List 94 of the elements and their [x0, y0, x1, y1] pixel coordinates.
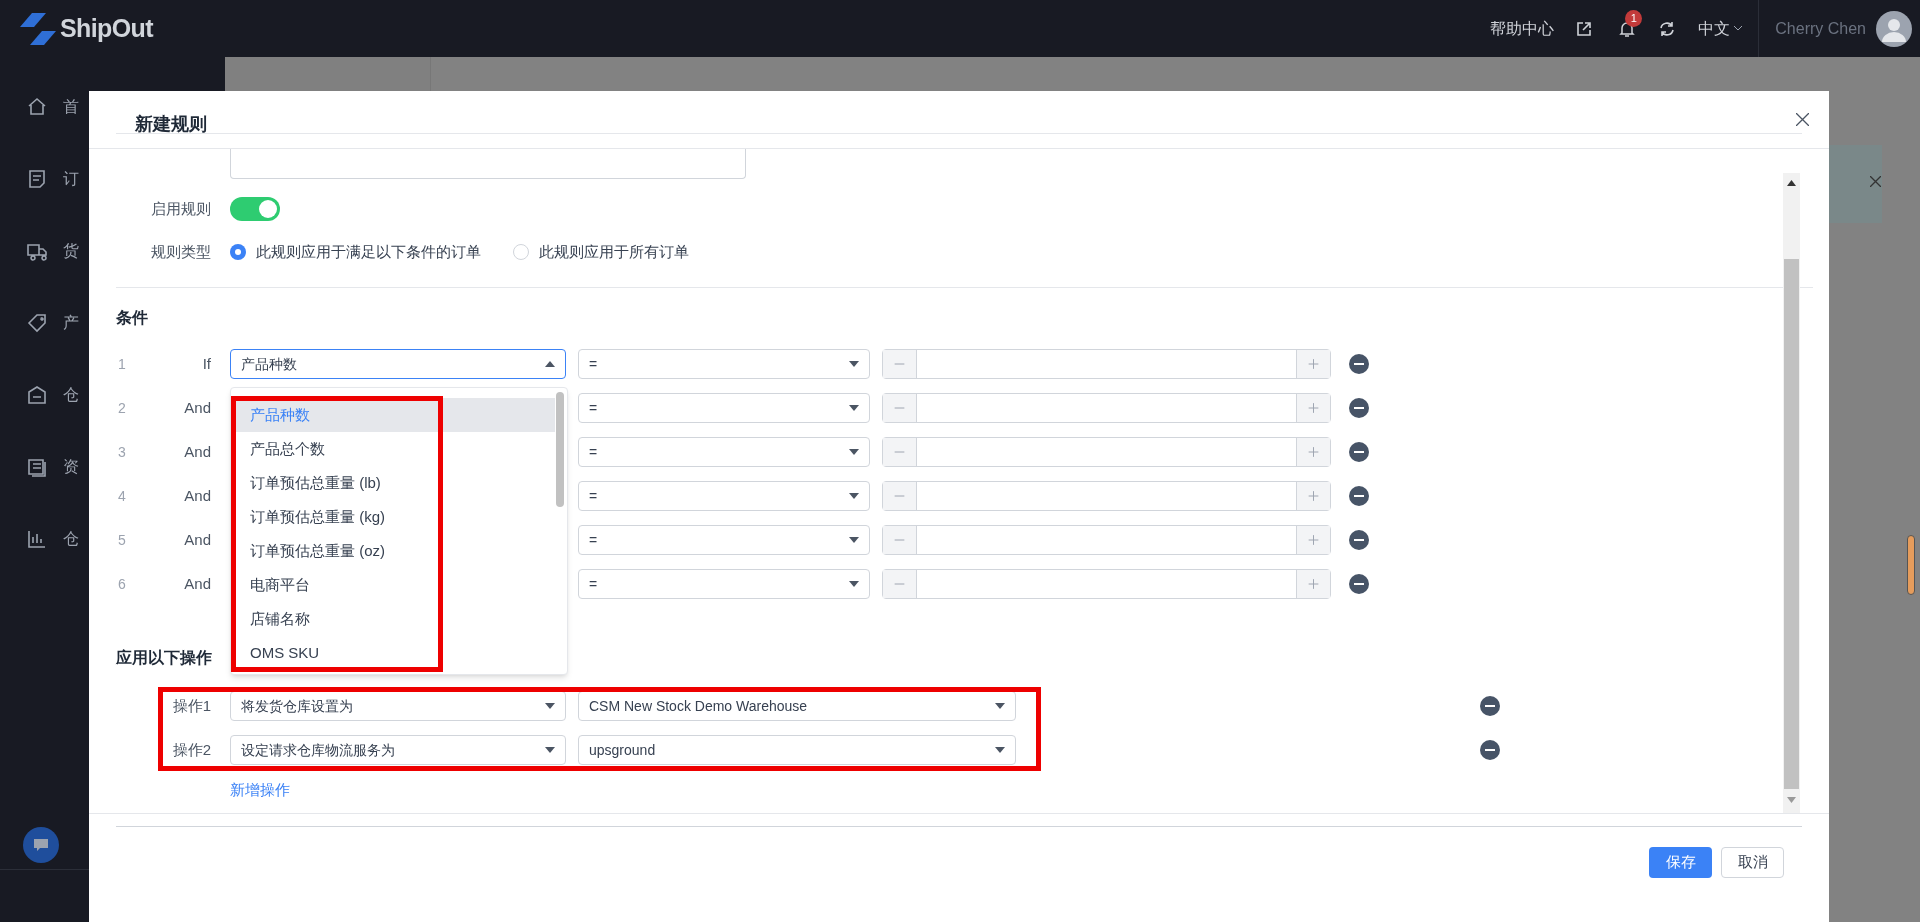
caret-down-icon — [849, 537, 859, 543]
select-field[interactable]: = — [578, 437, 870, 467]
section-title: 应用以下操作 — [116, 648, 212, 668]
logo[interactable]: ShipOut — [60, 9, 153, 48]
remove-icon[interactable] — [1349, 442, 1369, 462]
select-field[interactable]: = — [578, 349, 870, 379]
scroll-up-icon[interactable] — [1787, 180, 1796, 186]
dropdown-option[interactable]: 订单预估总重量 (lb) — [231, 466, 555, 500]
document-icon[interactable] — [26, 168, 48, 190]
row-number: 5 — [117, 530, 127, 550]
condition-keyword: And — [183, 397, 211, 418]
condition-keyword: And — [183, 485, 211, 506]
caret-up-icon — [545, 361, 555, 367]
chat-icon[interactable] — [23, 827, 59, 863]
remove-icon[interactable] — [1349, 354, 1369, 374]
sidebar-item[interactable]: 仓 — [63, 383, 79, 407]
remove-icon[interactable] — [1349, 486, 1369, 506]
sidebar-item[interactable]: 资 — [63, 455, 79, 479]
save-button[interactable]: 保存 — [1649, 847, 1712, 878]
select-field[interactable]: = — [578, 393, 870, 423]
caret-down-icon — [849, 361, 859, 367]
field-label: 启用规则 — [150, 198, 211, 219]
field-label: 规则类型 — [150, 241, 211, 262]
row-number: 6 — [117, 574, 127, 594]
condition-keyword: If — [201, 353, 211, 374]
avatar-icon[interactable] — [1876, 10, 1912, 47]
sidebar-item[interactable]: 货 — [63, 239, 79, 263]
condition-keyword: And — [183, 441, 211, 462]
add-action-link[interactable]: 新增操作 — [230, 779, 290, 799]
select-field[interactable]: = — [578, 569, 870, 599]
action-label: 操作2 — [171, 739, 211, 760]
remove-icon[interactable] — [1480, 740, 1500, 760]
row-number: 2 — [117, 398, 127, 418]
caret-down-icon — [545, 703, 555, 709]
chevron-down-icon — [1734, 26, 1743, 31]
radio-button[interactable] — [230, 244, 246, 260]
logo-icon — [20, 10, 56, 47]
remove-icon[interactable] — [1349, 398, 1369, 418]
notification-badge: 1 — [1625, 9, 1643, 27]
modal-title: 新建规则 — [135, 113, 207, 136]
sidebar-item[interactable]: 首 — [63, 95, 79, 119]
select-field[interactable]: 设定请求仓库物流服务为 — [230, 735, 566, 765]
toggle-switch[interactable] — [230, 197, 280, 221]
dropdown-option[interactable]: 电商平台 — [231, 568, 555, 602]
wallet-icon[interactable] — [26, 456, 48, 478]
caret-down-icon — [849, 581, 859, 587]
row-number: 4 — [117, 486, 127, 506]
action-label: 操作1 — [171, 695, 211, 716]
caret-down-icon — [849, 449, 859, 455]
caret-down-icon — [849, 493, 859, 499]
caret-down-icon — [995, 703, 1005, 709]
home-icon[interactable] — [26, 96, 48, 118]
select-field[interactable]: upsground — [578, 735, 1016, 765]
caret-down-icon — [849, 405, 859, 411]
condition-keyword: And — [183, 529, 211, 550]
row-number: 1 — [117, 354, 127, 374]
scrollbar-thumb[interactable] — [1784, 259, 1799, 789]
caret-down-icon — [545, 747, 555, 753]
section-title: 条件 — [116, 308, 148, 328]
scrollbar-thumb[interactable] — [556, 392, 564, 507]
row-number: 3 — [117, 442, 127, 462]
radio-label[interactable]: 此规则应用于所有订单 — [539, 240, 689, 264]
caret-down-icon — [995, 747, 1005, 753]
select-field[interactable]: 产品种数 — [230, 349, 566, 379]
dropdown-option[interactable]: 订单预估总重量 (kg) — [231, 500, 555, 534]
dropdown-option[interactable]: 订单预估总重量 (oz) — [231, 534, 555, 568]
dropdown-option[interactable]: 产品总个数 — [231, 432, 555, 466]
radio-button[interactable] — [513, 244, 529, 260]
dropdown-option[interactable]: 店铺名称 — [231, 602, 555, 636]
tag-icon[interactable] — [26, 312, 48, 334]
remove-icon[interactable] — [1480, 696, 1500, 716]
help-center-link[interactable]: 帮助中心 — [1490, 16, 1555, 41]
select-field[interactable]: = — [578, 525, 870, 555]
share-icon[interactable] — [1576, 20, 1593, 37]
scroll-down-icon[interactable] — [1787, 797, 1796, 803]
close-icon[interactable] — [1870, 176, 1881, 187]
bar-chart-icon[interactable] — [26, 528, 48, 550]
remove-icon[interactable] — [1349, 574, 1369, 594]
box-icon[interactable] — [26, 384, 48, 406]
cancel-button[interactable]: 取消 — [1721, 847, 1784, 878]
sidebar-item[interactable]: 产 — [63, 311, 79, 335]
input-field[interactable] — [230, 149, 746, 179]
user-name[interactable]: Cherry Chen — [1775, 16, 1866, 41]
language-dropdown[interactable]: 中文 — [1698, 16, 1743, 41]
scrollbar-drawing — [1907, 535, 1915, 595]
remove-icon[interactable] — [1349, 530, 1369, 550]
refresh-icon[interactable] — [1658, 19, 1677, 38]
dropdown-option[interactable]: OMS SKU — [231, 636, 555, 670]
close-icon[interactable] — [1796, 113, 1809, 126]
radio-label[interactable]: 此规则应用于满足以下条件的订单 — [256, 240, 481, 264]
condition-keyword: And — [183, 573, 211, 594]
sidebar-item[interactable]: 订 — [63, 167, 79, 191]
sidebar-item[interactable]: 仓 — [63, 527, 79, 551]
select-field[interactable]: = — [578, 481, 870, 511]
